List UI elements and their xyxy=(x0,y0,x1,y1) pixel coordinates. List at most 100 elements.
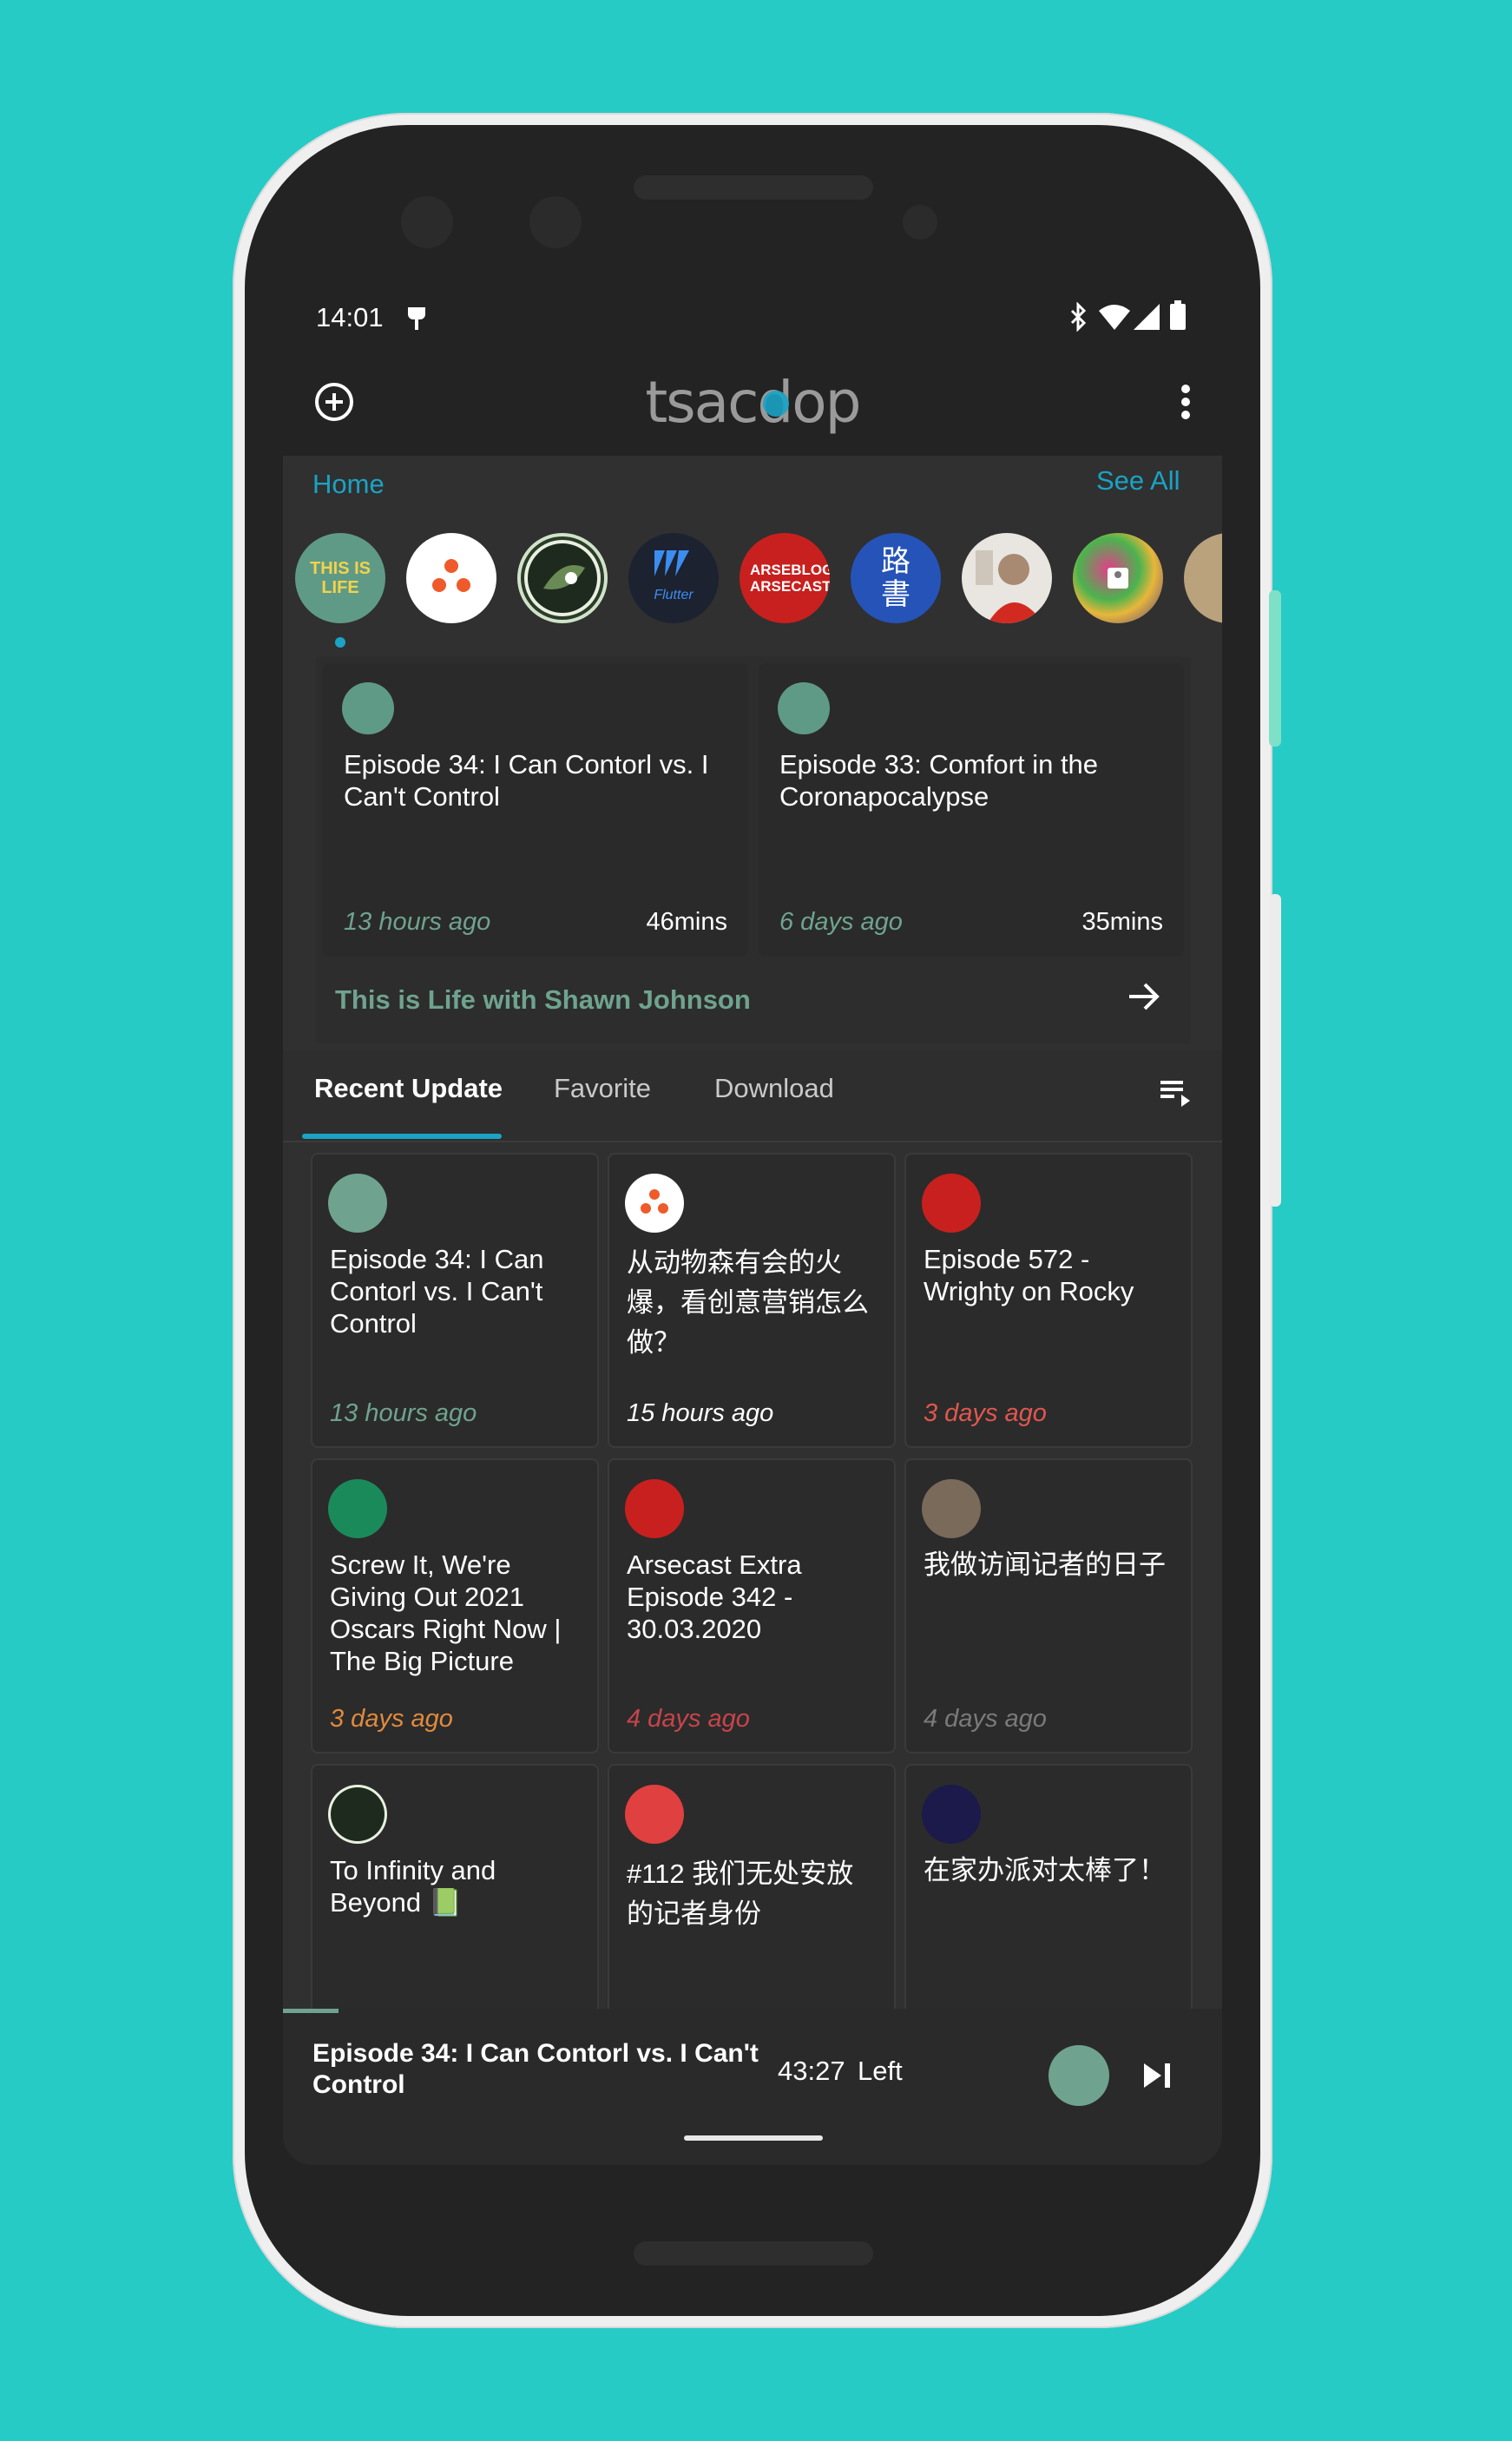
featured-episode-ago: 6 days ago xyxy=(779,908,903,936)
episode-podcast-icon xyxy=(328,1785,387,1844)
person-icon xyxy=(1108,568,1128,589)
episode-card[interactable]: Episode 34: I Can Contorl vs. I Can't Co… xyxy=(311,1153,599,1448)
tab-bar: Recent Update Favorite Download xyxy=(283,1050,1222,1142)
episode-podcast-icon xyxy=(922,1174,981,1233)
podcast-avatar[interactable]: THIS IS LIFE xyxy=(295,533,385,623)
battery-icon xyxy=(1170,300,1186,334)
episode-card[interactable]: Arsecast Extra Episode 342 - 30.03.2020 … xyxy=(608,1458,896,1753)
featured-panel: Episode 34: I Can Contorl vs. I Can't Co… xyxy=(316,656,1191,1043)
app-screen: 14:01 tsacdop Home See All THIS IS LIFE … xyxy=(283,286,1222,2165)
tab-recent-update[interactable]: Recent Update xyxy=(314,1073,503,1104)
featured-episode-title: Episode 34: I Can Contorl vs. I Can't Co… xyxy=(344,749,709,812)
episode-podcast-icon xyxy=(778,682,830,734)
episode-card[interactable]: 在家办派对太棒了！ xyxy=(904,1764,1193,2028)
episode-title: Episode 572 - Wrighty on Rocky xyxy=(924,1244,1134,1306)
episode-card[interactable]: 我做访闻记者的日子 4 days ago xyxy=(904,1458,1193,1753)
wifi-icon xyxy=(1099,304,1130,334)
signal-icon xyxy=(1134,304,1160,334)
home-label: Home xyxy=(312,469,385,499)
bottom-speaker xyxy=(634,2241,873,2266)
podcast-avatar[interactable] xyxy=(517,533,608,623)
playlist-button[interactable] xyxy=(1154,1071,1198,1115)
podcast-avatar[interactable]: 路書 xyxy=(851,533,941,623)
episode-card[interactable]: 从动物森有会的火爆，看创意营销怎么做？ 15 hours ago xyxy=(608,1153,896,1448)
episode-ago: 3 days ago xyxy=(924,1399,1047,1427)
app-bar: tsacdop xyxy=(283,347,1222,456)
episode-podcast-icon xyxy=(625,1479,684,1538)
front-camera-left xyxy=(401,196,453,248)
earpiece xyxy=(634,175,873,200)
volume-button xyxy=(1269,894,1281,1207)
time-left-label: Left xyxy=(858,2056,903,2086)
gesture-navigation-bar xyxy=(684,2135,823,2141)
episode-card[interactable]: To Infinity and Beyond 📗 xyxy=(311,1764,599,2028)
playlist-play-icon xyxy=(1160,1081,1190,1107)
episode-ago: 4 days ago xyxy=(627,1705,750,1733)
status-time: 14:01 xyxy=(316,302,384,332)
episode-podcast-icon xyxy=(922,1785,981,1844)
episode-title: To Infinity and Beyond 📗 xyxy=(330,1855,496,1918)
tab-download[interactable]: Download xyxy=(714,1073,834,1104)
more-vert-icon xyxy=(1181,385,1190,419)
podcast-avatar[interactable]: ARSEBLOG ARSECAST xyxy=(740,533,830,623)
selected-podcast-indicator xyxy=(335,637,345,648)
featured-episode-title: Episode 33: Comfort in the Coronapocalyp… xyxy=(779,749,1099,812)
status-bar: 14:01 xyxy=(283,286,1222,347)
episode-title: 从动物森有会的火爆，看创意营销怎么做？ xyxy=(627,1247,869,1358)
episode-title: Episode 34: I Can Contorl vs. I Can't Co… xyxy=(330,1244,544,1339)
featured-episode-card[interactable]: Episode 33: Comfort in the Coronapocalyp… xyxy=(759,663,1184,957)
logo-dot xyxy=(763,391,789,417)
episode-ago: 4 days ago xyxy=(924,1705,1047,1733)
featured-episode-ago: 13 hours ago xyxy=(344,908,491,936)
episode-grid: Episode 34: I Can Contorl vs. I Can't Co… xyxy=(283,1142,1222,2028)
episode-card[interactable]: Episode 572 - Wrighty on Rocky 3 days ag… xyxy=(904,1153,1193,1448)
power-button xyxy=(1269,590,1281,747)
episode-title: Arsecast Extra Episode 342 - 30.03.2020 xyxy=(627,1549,802,1644)
flutter-logo-icon: Flutter xyxy=(654,550,694,602)
featured-episode-card[interactable]: Episode 34: I Can Contorl vs. I Can't Co… xyxy=(323,663,748,957)
now-playing-title: Episode 34: I Can Contorl vs. I Can't Co… xyxy=(312,2039,759,2099)
open-podcast-button[interactable] xyxy=(1118,970,1170,1023)
episode-title: Screw It, We're Giving Out 2021 Oscars R… xyxy=(330,1549,562,1676)
featured-episode-duration: 46mins xyxy=(646,908,728,936)
episode-ago: 13 hours ago xyxy=(330,1399,477,1427)
episode-podcast-icon xyxy=(625,1174,684,1233)
bluetooth-icon xyxy=(1068,301,1089,336)
front-camera-right xyxy=(529,196,582,248)
featured-episode-duration: 35mins xyxy=(1081,908,1164,936)
episode-ago: 15 hours ago xyxy=(627,1399,774,1427)
featured-podcast-title[interactable]: This is Life with Shawn Johnson xyxy=(335,984,751,1016)
svg-text:Flutter: Flutter xyxy=(654,588,694,602)
episode-card[interactable]: Screw It, We're Giving Out 2021 Oscars R… xyxy=(311,1458,599,1753)
notification-icon xyxy=(404,304,429,338)
podcast-avatar[interactable] xyxy=(406,533,496,623)
episode-ago: 3 days ago xyxy=(330,1705,453,1733)
arrow-forward-icon xyxy=(1129,983,1160,1010)
episode-title: #112 我们无处安放的记者身份 xyxy=(627,1859,854,1929)
episode-podcast-icon xyxy=(625,1785,684,1844)
tab-indicator xyxy=(302,1134,502,1139)
episode-podcast-icon xyxy=(922,1479,981,1538)
episode-podcast-icon xyxy=(342,682,394,734)
episode-card[interactable]: #112 我们无处安放的记者身份 xyxy=(608,1764,896,2028)
skip-next-button[interactable] xyxy=(1135,2054,1179,2097)
dots-logo-icon xyxy=(432,559,470,592)
more-menu-button[interactable] xyxy=(1168,380,1203,424)
podcast-avatar[interactable] xyxy=(1073,533,1163,623)
now-playing-bar[interactable]: Episode 34: I Can Contorl vs. I Can't Co… xyxy=(283,2009,1222,2165)
skip-next-icon xyxy=(1144,2063,1170,2088)
podcast-avatar[interactable] xyxy=(962,533,1052,623)
add-podcast-button[interactable] xyxy=(312,380,356,424)
episode-podcast-icon xyxy=(328,1174,387,1233)
now-playing-artwork xyxy=(1049,2045,1109,2106)
app-logo: tsacdop xyxy=(645,368,861,436)
playback-progress xyxy=(283,2009,339,2013)
tab-favorite[interactable]: Favorite xyxy=(554,1073,651,1104)
see-all-link[interactable]: See All xyxy=(1096,465,1180,497)
portrait-icon xyxy=(976,550,1043,623)
episode-title: 在家办派对太棒了！ xyxy=(924,1855,1166,1885)
podcast-avatar[interactable] xyxy=(1184,533,1222,623)
episode-podcast-icon xyxy=(328,1479,387,1538)
podcast-avatar[interactable]: Flutter xyxy=(628,533,719,623)
leaf-logo-icon xyxy=(524,540,601,616)
